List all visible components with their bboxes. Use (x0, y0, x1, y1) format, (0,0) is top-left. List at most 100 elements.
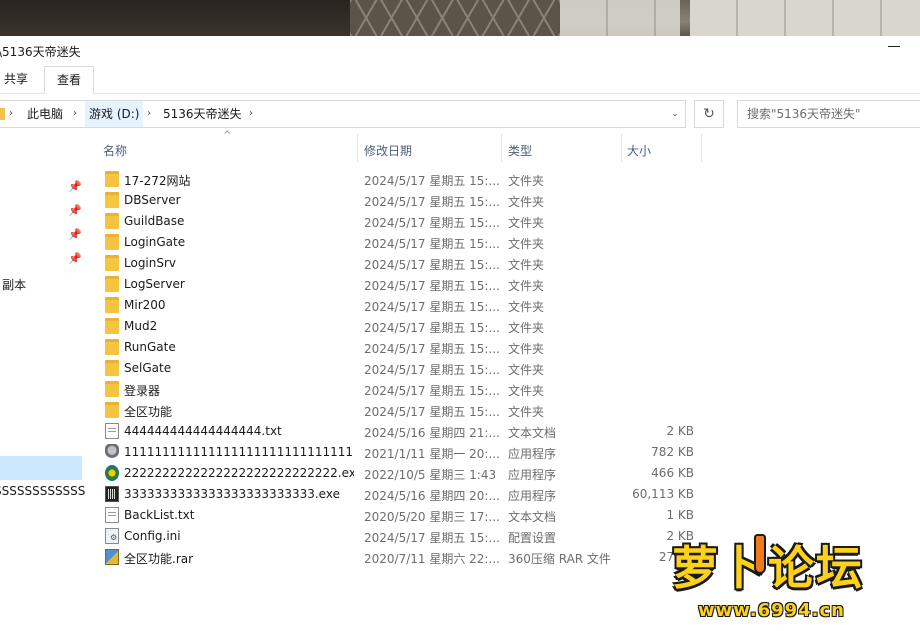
nav-item-copy[interactable]: - 副本 (0, 276, 26, 293)
file-type: 文本文档 (508, 426, 557, 440)
file-row[interactable]: BackList.txt 2020/5/20 星期三 17:... 文本文档 1 KB (86, 505, 920, 526)
tab-view[interactable]: 查看 (44, 66, 95, 95)
file-row[interactable]: Mir200 2024/5/17 星期五 15:... 文件夹 (86, 295, 920, 316)
file-type: 配置设置 (508, 531, 557, 545)
file-name: GuildBase (124, 214, 185, 228)
nav-item-long[interactable]: SSSSSSSSSSSS (0, 484, 85, 498)
file-type: 文件夹 (508, 237, 545, 251)
file-row[interactable]: 登录器 2024/5/17 星期五 15:... 文件夹 (86, 379, 920, 400)
column-divider[interactable] (501, 134, 502, 162)
folder-icon (105, 381, 119, 397)
folder-icon (105, 213, 119, 229)
config-file-icon (105, 528, 119, 544)
file-name: 2222222222222222222222222222.exe (124, 466, 354, 480)
file-row[interactable]: Mud2 2024/5/17 星期五 15:... 文件夹 (86, 316, 920, 337)
file-size: 2 KB (666, 424, 694, 438)
breadcrumb-current-folder[interactable]: 5136天帝迷失 (159, 101, 246, 127)
file-date: 2024/5/17 星期五 15:... (364, 405, 500, 419)
minimize-button[interactable] (888, 46, 900, 47)
file-type: 文件夹 (508, 384, 545, 398)
pin-icon[interactable]: 📌 (68, 252, 82, 265)
background-game-strip (0, 0, 920, 36)
chevron-down-icon[interactable]: ⌄ (665, 101, 685, 127)
text-file-icon (105, 507, 119, 523)
column-header-name[interactable]: 名称 (103, 142, 127, 159)
file-name: SelGate (124, 361, 172, 375)
folder-icon (105, 318, 119, 334)
file-type: 应用程序 (508, 489, 557, 503)
file-row[interactable]: DBServer 2024/5/17 星期五 15:... 文件夹 (86, 190, 920, 211)
file-date: 2024/5/17 星期五 15:... (364, 216, 500, 230)
column-divider[interactable] (701, 134, 702, 162)
file-date: 2024/5/17 星期五 15:... (364, 342, 500, 356)
column-header-date[interactable]: 修改日期 (364, 142, 412, 159)
folder-icon (105, 402, 119, 418)
chevron-right-icon[interactable]: › (249, 101, 253, 127)
file-name: LoginSrv (124, 256, 177, 270)
file-type: 文件夹 (508, 258, 545, 272)
file-type: 文件夹 (508, 279, 545, 293)
navigation-pane: 📌 📌 📌 📌 - 副本 ) SSSSSSSSSSSS (0, 134, 86, 631)
file-date: 2024/5/17 星期五 15:... (364, 237, 500, 251)
chevron-right-icon[interactable]: › (73, 101, 77, 127)
file-name: RunGate (124, 340, 176, 354)
pin-icon[interactable]: 📌 (68, 228, 82, 241)
breadcrumb-this-pc[interactable]: 此电脑 (23, 101, 67, 127)
carrot-icon (754, 534, 766, 574)
nav-item-selected[interactable] (0, 456, 82, 480)
chevron-right-icon: › (9, 108, 13, 119)
file-row[interactable]: RunGate 2024/5/17 星期五 15:... 文件夹 (86, 337, 920, 358)
folder-icon (105, 171, 119, 187)
file-name: LogServer (124, 277, 185, 291)
file-row[interactable]: 444444444444444444.txt 2024/5/16 星期四 21:.… (86, 421, 920, 442)
search-input[interactable]: 搜索"5136天帝迷失" (737, 100, 920, 128)
file-name: 全区功能.rar (124, 552, 194, 566)
chevron-right-icon[interactable]: › (147, 101, 151, 127)
file-name: LoginGate (124, 235, 186, 249)
column-divider[interactable] (357, 134, 358, 162)
pin-icon[interactable]: 📌 (68, 204, 82, 217)
file-date: 2024/5/17 星期五 15:... (364, 363, 500, 377)
file-type: 文件夹 (508, 216, 545, 230)
file-date: 2024/5/17 星期五 15:... (364, 258, 500, 272)
file-name: Config.ini (124, 529, 181, 543)
column-divider[interactable] (621, 134, 622, 162)
text-file-icon (105, 423, 119, 439)
file-row[interactable]: 17-272网站 2024/5/17 星期五 15:... 文件夹 (86, 169, 920, 190)
folder-icon (105, 234, 119, 250)
address-bar[interactable]: › 此电脑 › 游戏 (D:) › 5136天帝迷失 › ⌄ (0, 100, 686, 128)
file-name: 全区功能 (124, 405, 173, 419)
column-header-size[interactable]: 大小 (627, 142, 651, 159)
file-row[interactable]: 3333333333333333333333333.exe 2024/5/16 星… (86, 484, 920, 505)
app-icon (105, 465, 119, 481)
column-header-type[interactable]: 类型 (508, 142, 532, 159)
file-row[interactable]: 1111111111111111111111111111111... 2021/1… (86, 442, 920, 463)
background-stone-wall (690, 0, 920, 36)
tab-share[interactable]: 共享 (0, 66, 40, 94)
file-row[interactable]: SelGate 2024/5/17 星期五 15:... 文件夹 (86, 358, 920, 379)
file-type: 文件夹 (508, 405, 545, 419)
file-size: 1 KB (666, 508, 694, 522)
file-type: 文本文档 (508, 510, 557, 524)
file-row[interactable]: LoginSrv 2024/5/17 星期五 15:... 文件夹 (86, 253, 920, 274)
file-row[interactable]: 全区功能 2024/5/17 星期五 15:... 文件夹 (86, 400, 920, 421)
file-size: 782 KB (651, 445, 694, 459)
breadcrumb-drive-d[interactable]: 游戏 (D:) (85, 101, 144, 127)
refresh-icon: ↻ (703, 106, 715, 122)
file-date: 2024/5/17 星期五 15:... (364, 174, 500, 188)
file-date: 2024/5/16 星期四 20:... (364, 489, 500, 503)
file-row[interactable]: GuildBase 2024/5/17 星期五 15:... 文件夹 (86, 211, 920, 232)
window-title: \5136天帝迷失 (0, 45, 81, 59)
file-name: 1111111111111111111111111111111... (124, 445, 354, 459)
background-hex-pattern (350, 0, 560, 36)
file-row[interactable]: LogServer 2024/5/17 星期五 15:... 文件夹 (86, 274, 920, 295)
file-date: 2024/5/17 星期五 15:... (364, 384, 500, 398)
pin-icon[interactable]: 📌 (68, 180, 82, 193)
watermark-logo: 萝卜论坛 www.6994.cn (668, 532, 908, 627)
file-type: 应用程序 (508, 468, 557, 482)
file-row[interactable]: LoginGate 2024/5/17 星期五 15:... 文件夹 (86, 232, 920, 253)
file-row[interactable]: 2222222222222222222222222222.exe 2022/10/… (86, 463, 920, 484)
refresh-button[interactable]: ↻ (694, 100, 724, 128)
file-type: 应用程序 (508, 447, 557, 461)
file-name: DBServer (124, 193, 181, 207)
